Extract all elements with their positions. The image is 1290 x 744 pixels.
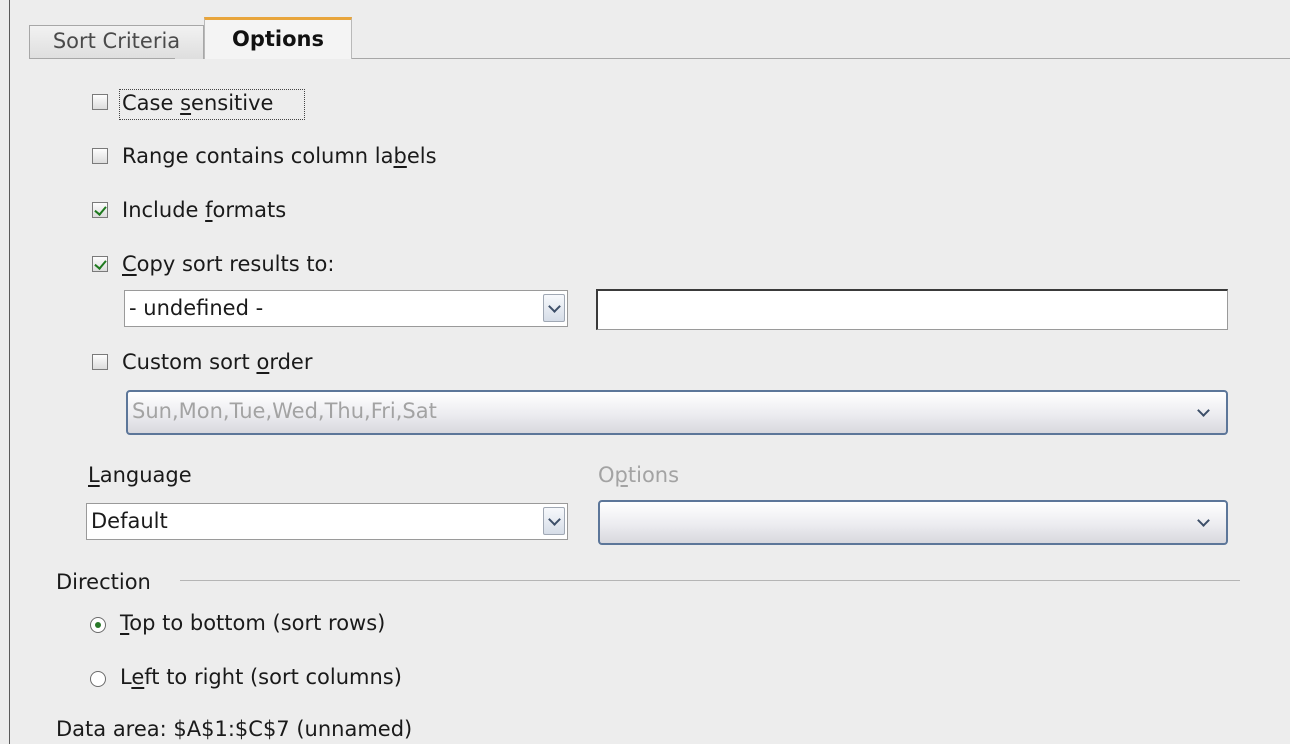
label-text: els — [406, 144, 437, 168]
tab-divider — [352, 58, 1290, 59]
copy-results-checkbox[interactable] — [92, 256, 108, 272]
algorithm-options-label: Options — [598, 462, 679, 488]
include-formats-label[interactable]: Include formats — [122, 197, 286, 223]
direction-heading: Direction — [56, 570, 151, 594]
range-labels-checkbox[interactable] — [92, 148, 108, 164]
label-text: Range contains column la — [122, 144, 394, 168]
accelerator-key: o — [256, 350, 270, 374]
copy-target-input[interactable] — [596, 289, 1228, 330]
copy-target-value: - undefined - — [129, 296, 264, 320]
label-text: tions — [627, 463, 680, 487]
direction-separator — [180, 580, 1240, 581]
accelerator-key: s — [180, 91, 192, 115]
language-value: Default — [91, 509, 168, 533]
tab-divider — [29, 58, 175, 59]
label-text: rder — [269, 350, 313, 374]
language-label: Language — [88, 462, 192, 488]
dropdown-button[interactable] — [543, 294, 565, 322]
accelerator-key: L — [88, 463, 100, 487]
label-text: ormats — [212, 198, 287, 222]
label-text: Include — [122, 198, 206, 222]
data-area-text: Data area: $A$1:$C$7 (unnamed) — [56, 717, 413, 741]
case-sensitive-label[interactable]: Case sensitive — [122, 90, 273, 116]
custom-order-checkbox[interactable] — [92, 354, 108, 370]
chevron-down-icon — [1197, 404, 1210, 417]
accelerator-key: T — [120, 611, 130, 635]
custom-order-value: Sun,Mon,Tue,Wed,Thu,Fri,Sat — [132, 399, 437, 423]
tab-options[interactable]: Options — [204, 17, 352, 59]
label-text: ensitive — [191, 91, 274, 115]
label-text: Case — [122, 91, 181, 115]
label-text: O — [598, 463, 615, 487]
top-to-bottom-label[interactable]: Top to bottom (sort rows) — [120, 610, 385, 636]
copy-results-label[interactable]: Copy sort results to: — [122, 251, 334, 277]
chevron-down-icon — [548, 513, 561, 526]
language-dropdown[interactable]: Default — [86, 503, 568, 540]
custom-order-dropdown[interactable]: Sun,Mon,Tue,Wed,Thu,Fri,Sat — [126, 390, 1228, 435]
label-text: Custom sort — [122, 350, 257, 374]
top-to-bottom-radio[interactable] — [90, 617, 106, 633]
tab-sort-criteria[interactable]: Sort Criteria — [29, 25, 204, 59]
chevron-down-icon — [548, 300, 561, 313]
label-text: ft to right (sort columns) — [144, 665, 402, 689]
range-labels-label[interactable]: Range contains column labels — [122, 143, 437, 169]
dialog-left-border — [9, 0, 10, 744]
label-text: anguage — [99, 463, 192, 487]
accelerator-key: e — [131, 665, 145, 689]
accelerator-key: p — [614, 463, 628, 487]
accelerator-key: b — [393, 144, 407, 168]
case-sensitive-checkbox[interactable] — [92, 94, 108, 110]
accelerator-key: C — [122, 252, 137, 276]
accelerator-key: f — [205, 198, 213, 222]
algorithm-options-dropdown[interactable] — [598, 500, 1228, 545]
copy-target-dropdown[interactable]: - undefined - — [124, 290, 568, 327]
dropdown-button[interactable] — [543, 507, 565, 535]
label-text: op to bottom (sort rows) — [129, 611, 386, 635]
left-to-right-radio[interactable] — [90, 671, 106, 687]
custom-order-label[interactable]: Custom sort order — [122, 349, 312, 375]
label-text: opy sort results to: — [136, 252, 335, 276]
include-formats-checkbox[interactable] — [92, 202, 108, 218]
chevron-down-icon — [1197, 514, 1210, 527]
label-text: L — [120, 665, 132, 689]
left-to-right-label[interactable]: Left to right (sort columns) — [120, 664, 402, 690]
